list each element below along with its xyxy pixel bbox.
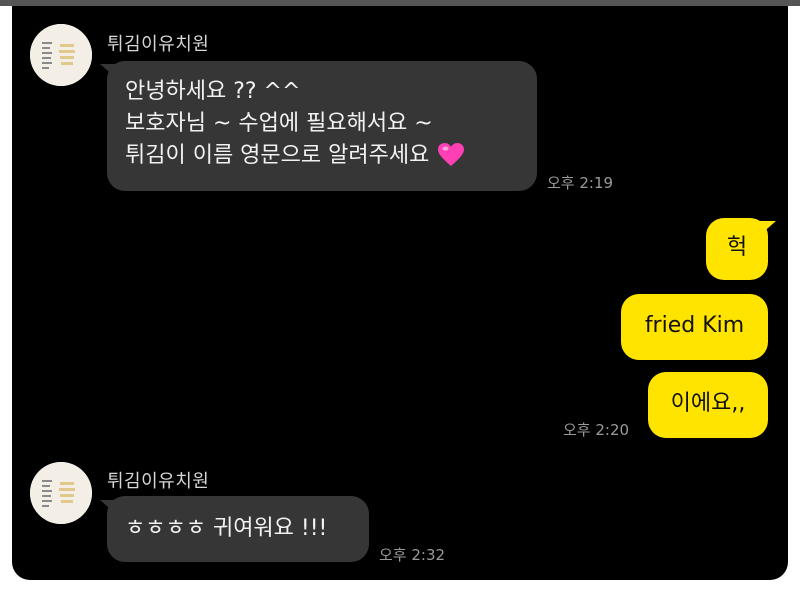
- message-bubble[interactable]: 안녕하세요 ?? ^^ 보호자님 ~ 수업에 필요해서요 ~ 튀김이 이름 영문…: [107, 61, 537, 191]
- sender-name: 튀김이유치원: [107, 34, 210, 55]
- message-text: 헉: [726, 235, 748, 260]
- sender-name: 튀김이유치원: [107, 471, 210, 492]
- message-timestamp: 오후 2:20: [563, 421, 630, 439]
- message-line: 보호자님 ~ 수업에 필요해서요 ~: [125, 111, 433, 136]
- sender-avatar[interactable]: [30, 24, 92, 86]
- heart-icon: [438, 143, 465, 166]
- message-bubble[interactable]: ㅎㅎㅎㅎ 귀여워요 !!!: [107, 496, 369, 562]
- message-bubble[interactable]: fried Kim: [621, 294, 768, 360]
- message-timestamp: 오후 2:32: [379, 546, 446, 564]
- message-bubble[interactable]: 헉: [706, 218, 768, 280]
- message-text: fried Kim: [644, 313, 745, 338]
- message-text: 이에요,,: [670, 391, 746, 416]
- message-timestamp: 오후 2:19: [547, 174, 614, 192]
- message-line: ㅎㅎㅎㅎ 귀여워요 !!!: [125, 516, 328, 541]
- avatar-image-icon: [30, 24, 92, 86]
- chat-thread: 튀김이유치원 안녕하세요 ?? ^^ 보호자님 ~ 수업에 필요해서요 ~ 튀김…: [12, 6, 788, 580]
- avatar-image-icon: [30, 462, 92, 524]
- message-bubble[interactable]: 이에요,,: [648, 372, 768, 438]
- sender-avatar[interactable]: [30, 462, 92, 524]
- message-line: 튀김이 이름 영문으로 알려주세요: [125, 143, 430, 168]
- message-line: 안녕하세요 ?? ^^: [125, 79, 301, 104]
